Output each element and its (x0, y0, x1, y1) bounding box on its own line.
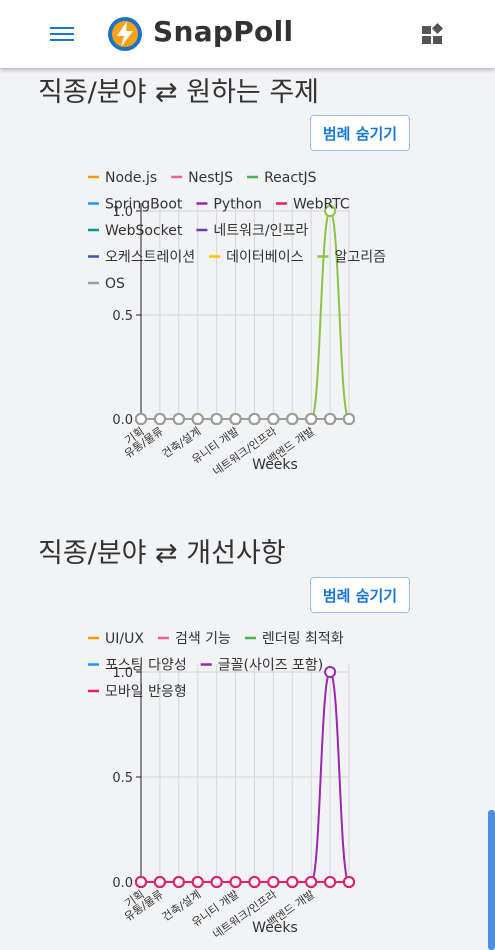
y-tick-label: 0.0 (112, 413, 133, 428)
hide-legend-button-improvements[interactable]: 범례 숨기기 (310, 577, 410, 613)
legend-label: ReactJS (264, 170, 317, 186)
x-axis-label: Weeks (252, 457, 298, 473)
legend-label: WebRTC (293, 197, 350, 213)
legend-label: 포스팅 다양성 (105, 658, 187, 674)
legend-label: 데이터베이스 (226, 250, 303, 266)
chart-legend: UI/UX 검색 기능 렌더링 최적화포스팅 다양성 글꼴(사이즈 포함) 모바일 반응… (88, 631, 344, 700)
legend-label: 네트워크/인프라 (213, 223, 308, 239)
section-title-topics: 직종/분야 ⇄ 원하는 주제 (38, 77, 320, 108)
legend-label: 검색 기능 (175, 631, 231, 647)
legend-label: 렌더링 최적화 (262, 631, 344, 647)
menu-icon[interactable] (50, 24, 74, 44)
y-tick-label: 0.0 (112, 876, 133, 891)
data-point (305, 413, 318, 425)
data-point (286, 413, 299, 425)
data-point (324, 666, 337, 678)
lightning-logo-icon[interactable] (106, 15, 144, 53)
legend-label: SpringBoot (105, 197, 183, 213)
data-point (267, 413, 280, 425)
legend-label: Python (213, 197, 262, 213)
data-point (229, 876, 242, 888)
data-point (191, 876, 204, 888)
hide-legend-button-topics[interactable]: 범례 숨기기 (310, 115, 410, 151)
scrollbar[interactable] (488, 810, 495, 950)
data-point (248, 413, 261, 425)
widgets-icon[interactable] (420, 22, 444, 46)
data-point (172, 413, 185, 425)
data-point (267, 876, 280, 888)
app-bar: SnapPoll (0, 0, 495, 68)
app-title: SnapPoll (153, 15, 294, 48)
data-point (135, 876, 147, 888)
data-point (229, 413, 242, 425)
data-point (343, 876, 355, 888)
data-point (210, 413, 223, 425)
data-point (248, 876, 261, 888)
legend-label: OS (105, 276, 125, 292)
data-point (324, 413, 337, 425)
data-point (153, 413, 166, 425)
legend-label: UI/UX (105, 631, 144, 647)
legend-label: NestJS (188, 170, 233, 186)
data-point (191, 413, 204, 425)
legend-label: 글꼴(사이즈 포함) (218, 658, 324, 674)
legend-label: 알고리즘 (334, 250, 386, 266)
legend-label: Node.js (105, 170, 157, 186)
legend-label: 오케스트레이션 (105, 250, 195, 266)
x-axis-label: Weeks (252, 920, 298, 936)
data-point (324, 876, 337, 888)
data-point (210, 876, 223, 888)
legend-label: 모바일 반응형 (105, 684, 187, 700)
data-point (286, 876, 299, 888)
chart-topics: 0.00.51.0기획유통/물류건축/설계유니티 개발네트워크/인프라백엔드 개… (88, 170, 386, 478)
data-point (135, 413, 147, 425)
y-tick-label: 0.5 (112, 309, 133, 324)
data-point (305, 876, 318, 888)
data-point (153, 876, 166, 888)
chart-improvements: 0.00.51.0기획유통/물류건축/설계유니티 개발네트워크/인프라백엔드 개… (88, 631, 355, 941)
y-tick-label: 0.5 (112, 771, 133, 786)
section-title-improvements: 직종/분야 ⇄ 개선사항 (38, 538, 286, 569)
data-point (172, 876, 185, 888)
data-point (343, 413, 355, 425)
legend-label: WebSocket (105, 223, 183, 239)
chart-legend: Node.js NestJS ReactJS SpringBoot Python WebR… (88, 170, 386, 292)
